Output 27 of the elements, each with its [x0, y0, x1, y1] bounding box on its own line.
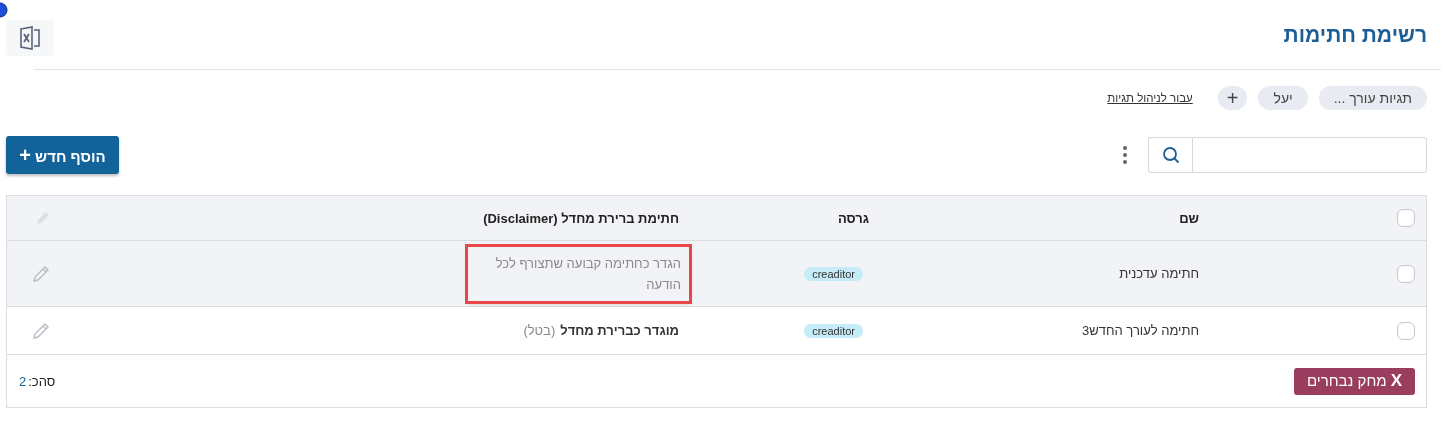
help-badge-icon[interactable] [0, 2, 8, 18]
column-header: שם [1179, 210, 1199, 226]
version-tag: creaditor [804, 266, 863, 281]
search-button[interactable] [1148, 137, 1192, 173]
table-cell: חתימה עדכנית [1119, 266, 1199, 281]
tag-chip[interactable]: יעל [1258, 86, 1308, 110]
more-options-icon[interactable] [1122, 145, 1128, 165]
page-title: רשימת חתימות [1283, 23, 1427, 47]
spreadsheet-icon [19, 25, 41, 50]
search-field[interactable] [1192, 137, 1427, 173]
search-icon [1161, 146, 1180, 164]
add-new-button[interactable]: הוסף חדש + [6, 136, 119, 174]
version-tag: creaditor [804, 323, 863, 338]
table-cell: חתימה לעורך החדש3 [1082, 323, 1199, 338]
row-checkbox[interactable] [1397, 321, 1415, 340]
row-checkbox[interactable] [1397, 264, 1415, 283]
tag-chip[interactable]: תגיות עורך ... [1318, 86, 1427, 110]
default-label: מוגדר כברירת מחדל [560, 323, 679, 338]
column-header: גרסה [837, 210, 869, 226]
select-all-checkbox[interactable] [1397, 209, 1415, 227]
total-label: סהכ: [28, 373, 56, 389]
column-header: חתימת ברירת מחדל (Disclaimer) [483, 210, 679, 226]
total-count: 2 [19, 373, 27, 389]
tag-chip[interactable]: + [1217, 86, 1248, 110]
manage-tags-link[interactable]: עבור לניהול תגיות [1107, 92, 1193, 104]
cancel-link[interactable]: (בטל) [523, 323, 556, 338]
excel-export-button[interactable] [6, 19, 54, 56]
